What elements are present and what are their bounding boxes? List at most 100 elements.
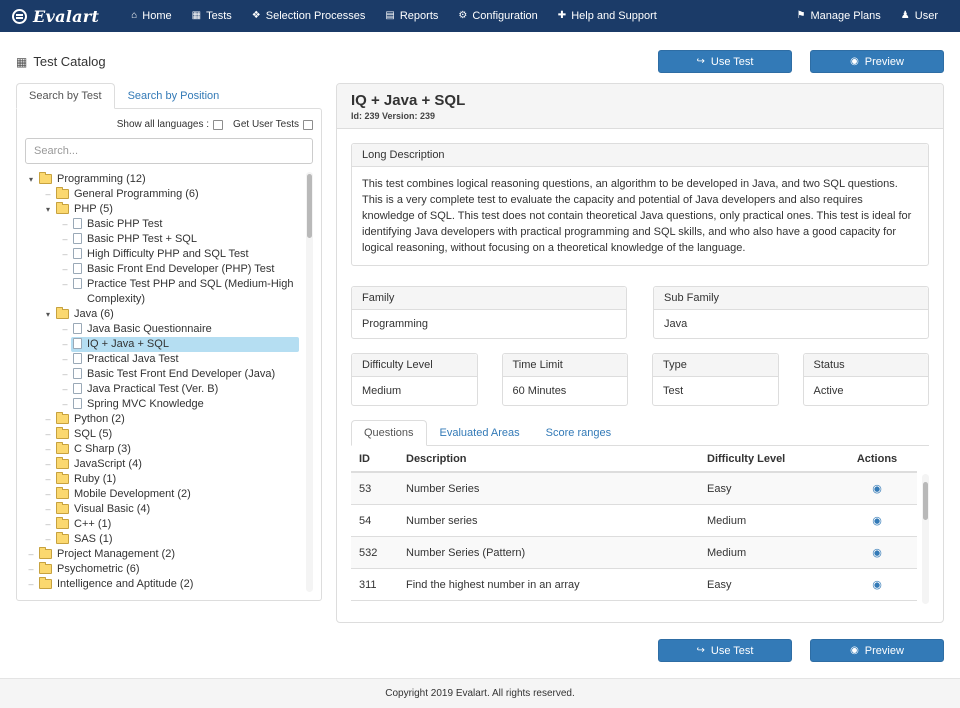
tree-scrollbar-thumb[interactable]: [307, 174, 312, 238]
nav-manage-plans[interactable]: ⚑ Manage Plans: [787, 0, 891, 32]
tree-node-icon: [73, 263, 82, 274]
test-id-version: Id: 239 Version: 239: [351, 111, 929, 121]
nav-user[interactable]: ♟ User: [891, 0, 948, 32]
tree-node-icon: [73, 233, 82, 244]
preview-eye-icon: ◉: [850, 57, 859, 67]
tree-node[interactable]: Java Practical Test (Ver. B): [25, 382, 299, 397]
preview-button-bottom[interactable]: ◉ Preview: [810, 639, 944, 662]
tree-connector-icon: [42, 412, 54, 427]
tree-search-input[interactable]: [25, 138, 313, 164]
view-question-icon[interactable]: ◉: [872, 547, 882, 559]
tree-connector-icon: [59, 217, 71, 232]
brand-logo[interactable]: Evalart: [12, 7, 99, 26]
tree-node-icon: [56, 429, 69, 439]
tree-node[interactable]: PHP (5): [25, 202, 299, 217]
use-test-button-bottom[interactable]: ↪ Use Test: [658, 639, 792, 662]
nav-home[interactable]: ⌂ Home: [121, 0, 181, 32]
brand-name: Evalart: [33, 7, 99, 26]
tree-node[interactable]: JavaScript (4): [25, 457, 299, 472]
tree-node[interactable]: Practical Java Test: [25, 352, 299, 367]
tree-connector-icon: [42, 487, 54, 502]
nav-item-label: Configuration: [472, 10, 537, 22]
tree-node-iq-java-sql[interactable]: IQ + Java + SQL: [25, 337, 299, 352]
view-question-icon[interactable]: ◉: [872, 515, 882, 527]
tree-node[interactable]: Ruby (1): [25, 472, 299, 487]
evalart-logo-icon: [12, 9, 27, 24]
tab-evaluated-areas[interactable]: Evaluated Areas: [427, 420, 533, 446]
nav-reports[interactable]: ▤ Reports: [375, 0, 448, 32]
nav-item-label: Reports: [400, 10, 439, 22]
tree-node[interactable]: Practice Test PHP and SQL (Medium-High C…: [25, 277, 299, 307]
nav-configuration[interactable]: ⚙ Configuration: [448, 0, 547, 32]
nav-selection-processes[interactable]: ❖ Selection Processes: [242, 0, 376, 32]
tree-node[interactable]: SQL (5): [25, 427, 299, 442]
tree-node[interactable]: Visual Basic (4): [25, 502, 299, 517]
view-question-icon[interactable]: ◉: [872, 579, 882, 591]
get-user-tests-checkbox[interactable]: [303, 120, 313, 130]
nav-help-and-support[interactable]: ✚ Help and Support: [548, 0, 667, 32]
tree-node-icon: [39, 549, 52, 559]
tree-node[interactable]: SAS (1): [25, 532, 299, 547]
tree-node[interactable]: Intelligence and Aptitude (2): [25, 577, 299, 592]
tree-node[interactable]: C++ (1): [25, 517, 299, 532]
view-question-icon[interactable]: ◉: [872, 483, 882, 495]
tab-score-ranges[interactable]: Score ranges: [533, 420, 624, 446]
tree-node[interactable]: Java Basic Questionnaire: [25, 322, 299, 337]
nav-tests[interactable]: ▦ Tests: [182, 0, 242, 32]
tree-node[interactable]: Basic PHP Test + SQL: [25, 232, 299, 247]
tree-node[interactable]: Python (2): [25, 412, 299, 427]
tree-node[interactable]: High Difficulty PHP and SQL Test: [25, 247, 299, 262]
tree-node[interactable]: Basic Test Front End Developer (Java): [25, 367, 299, 382]
tree-connector-icon: [59, 232, 71, 247]
tree-node-icon: [56, 414, 69, 424]
sub-family-value: Java: [654, 310, 928, 338]
tree-node-icon: [73, 353, 82, 364]
tree-connector-icon: [42, 532, 54, 547]
tree-node-icon: [56, 534, 69, 544]
questions-table-scrollbar[interactable]: [922, 474, 929, 604]
col-actions: Actions: [837, 453, 917, 465]
tree-node[interactable]: Java (6): [25, 307, 299, 322]
question-difficulty: Medium: [707, 547, 837, 559]
tree-node[interactable]: Mobile Development (2): [25, 487, 299, 502]
questions-table-scrollbar-thumb[interactable]: [923, 482, 928, 520]
col-id: ID: [351, 453, 406, 465]
tree-node[interactable]: Psychometric (6): [25, 562, 299, 577]
question-row: 311 Find the highest number in an array …: [351, 569, 917, 601]
use-test-button-top[interactable]: ↪ Use Test: [658, 50, 792, 73]
tab-search-by-test[interactable]: Search by Test: [16, 83, 115, 109]
col-difficulty: Difficulty Level: [707, 453, 837, 465]
top-navbar: Evalart ⌂ Home ▦ Tests ❖ Selection Proce…: [0, 0, 960, 32]
tree-node-icon: [73, 338, 82, 349]
show-all-languages-checkbox[interactable]: [213, 120, 223, 130]
tree-node[interactable]: Basic PHP Test: [25, 217, 299, 232]
show-all-languages-option[interactable]: Show all languages :: [117, 119, 223, 130]
tree-node-icon: [39, 579, 52, 589]
tree-node-icon: [73, 323, 82, 334]
get-user-tests-option[interactable]: Get User Tests: [233, 119, 313, 130]
question-description: Number series: [406, 515, 707, 527]
attributes-row: Difficulty Level Medium Time Limit 60 Mi…: [351, 353, 929, 406]
long-description-text: This test combines logical reasoning que…: [352, 167, 928, 265]
question-difficulty: Easy: [707, 579, 837, 591]
tree-node[interactable]: Project Management (2): [25, 547, 299, 562]
questions-table-rows: 53 Number Series Easy ◉ 54 Number series…: [351, 473, 917, 601]
tree-connector-icon: [59, 337, 71, 352]
preview-button-top[interactable]: ◉ Preview: [810, 50, 944, 73]
difficulty-value: Medium: [352, 377, 477, 405]
tree-node-icon: [56, 444, 69, 454]
tree-node[interactable]: C Sharp (3): [25, 442, 299, 457]
tree-node[interactable]: Spring MVC Knowledge: [25, 397, 299, 412]
tree-node[interactable]: Basic Front End Developer (PHP) Test: [25, 262, 299, 277]
tab-search-by-position[interactable]: Search by Position: [115, 83, 233, 109]
tree-node[interactable]: Programming (12): [25, 172, 299, 187]
question-row: 532 Number Series (Pattern) Medium ◉: [351, 537, 917, 569]
tree-node[interactable]: General Programming (6): [25, 187, 299, 202]
tree-scrollbar[interactable]: [306, 172, 313, 592]
tree-node-icon: [56, 309, 69, 319]
tree-connector-icon: [42, 517, 54, 532]
time-limit-value: 60 Minutes: [503, 377, 628, 405]
question-id: 532: [351, 547, 406, 559]
status-value: Active: [804, 377, 929, 405]
tab-questions[interactable]: Questions: [351, 420, 427, 446]
